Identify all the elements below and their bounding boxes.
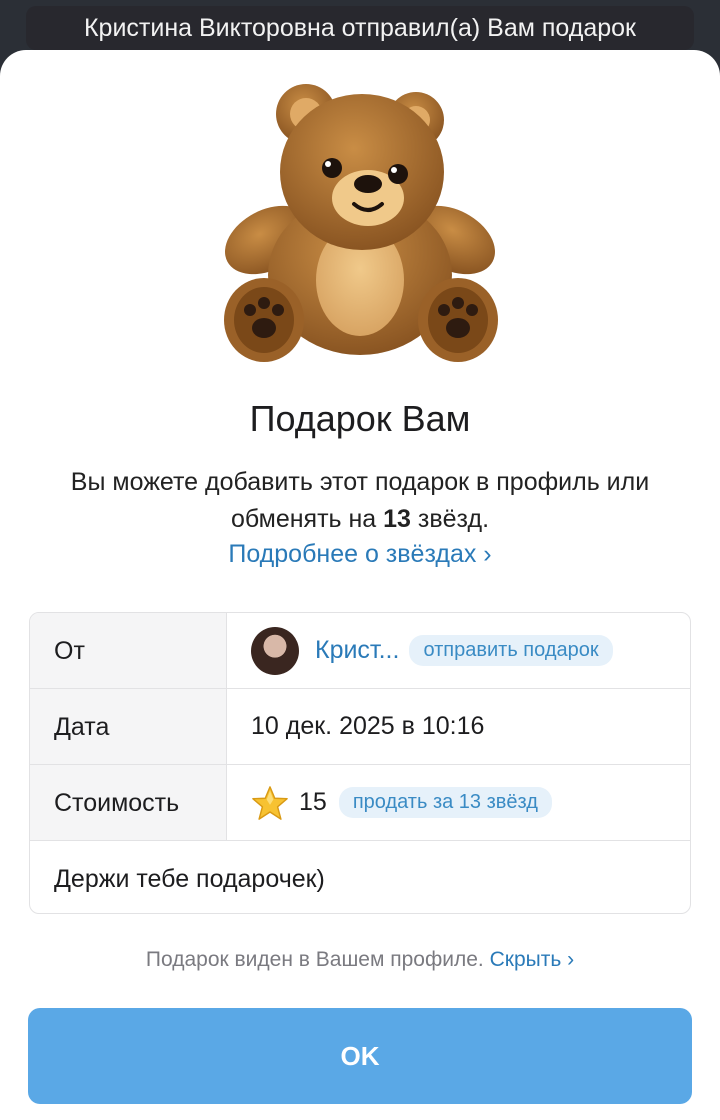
row-date: Дата 10 дек. 2025 в 10:16 xyxy=(30,689,690,765)
gift-description: Вы можете добавить этот подарок в профил… xyxy=(70,468,650,533)
gift-title: Подарок Вам xyxy=(249,398,471,439)
hide-gift-link[interactable]: Скрыть › xyxy=(490,948,575,971)
send-gift-button[interactable]: отправить подарок xyxy=(409,635,613,666)
sell-gift-button[interactable]: продать за 13 звёзд xyxy=(338,787,552,818)
cost-value: 15 xyxy=(299,788,327,816)
star-icon xyxy=(252,785,288,820)
stars-info-link[interactable]: Подробнее о звёздах › xyxy=(0,540,720,569)
sender-avatar[interactable] xyxy=(251,626,299,675)
date-value: 10 дек. 2025 в 10:16 xyxy=(251,712,485,740)
gift-details-table: От Крист... отправить подарок Дата 10 де… xyxy=(29,612,691,914)
from-label: От xyxy=(30,613,227,688)
notification-banner: Кристина Викторовна отправил(а) Вам пода… xyxy=(26,6,694,50)
row-from: От Крист... отправить подарок xyxy=(30,613,690,689)
row-message: Держи тебе подарочек) xyxy=(30,841,690,913)
date-label: Дата xyxy=(30,689,227,764)
cost-label: Стоимость xyxy=(30,765,227,840)
gift-message: Держи тебе подарочек) xyxy=(54,864,325,893)
stars-count: 13 xyxy=(383,505,411,533)
gift-sheet: Подарок Вам Вы можете добавить этот пода… xyxy=(0,50,720,1120)
row-cost: Стоимость 15 продать за 13 звёзд xyxy=(30,765,690,841)
teddy-bear-icon xyxy=(220,80,500,370)
ok-button[interactable]: OK xyxy=(28,1008,692,1104)
sender-name-link[interactable]: Крист... xyxy=(315,636,399,665)
visibility-note: Подарок виден в Вашем профиле. Скрыть › xyxy=(145,948,575,971)
